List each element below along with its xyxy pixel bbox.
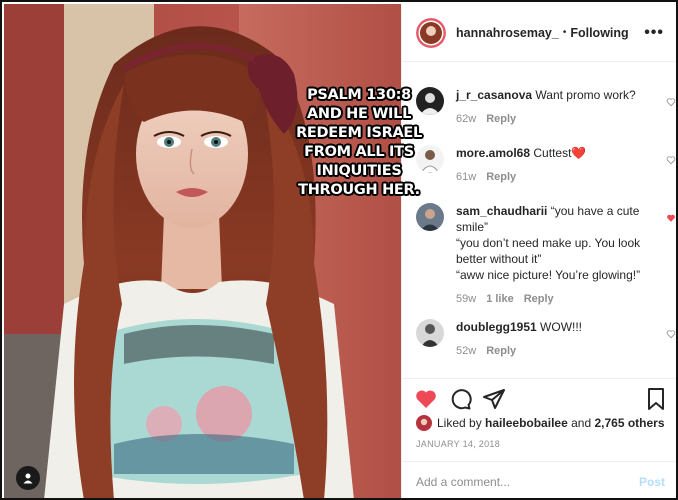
user-tag-icon[interactable] — [16, 466, 40, 490]
reply-button[interactable]: Reply — [486, 113, 516, 125]
likes-count[interactable]: 2,765 others — [594, 416, 664, 430]
heart-outline-icon[interactable] — [666, 329, 676, 339]
reply-button[interactable]: Reply — [486, 171, 516, 183]
author-username[interactable]: hannahrosemay_ — [456, 26, 559, 40]
commenter-avatar[interactable] — [416, 203, 444, 231]
reply-button[interactable]: Reply — [524, 293, 554, 305]
comment-text: WOW!!! — [540, 320, 583, 334]
reply-button[interactable]: Reply — [486, 345, 516, 357]
comment-age: 62w — [456, 113, 477, 125]
comment-bubble-icon[interactable] — [448, 387, 472, 411]
following-button[interactable]: Following — [570, 26, 628, 40]
comment-age: 61w — [456, 171, 477, 183]
portrait-image — [4, 4, 401, 498]
heart-outline-icon[interactable] — [666, 97, 676, 107]
comment-username[interactable]: more.amol68 — [456, 146, 530, 160]
comment-age: 52w — [456, 345, 477, 357]
add-comment-input[interactable]: Add a comment... — [416, 475, 510, 489]
comment-age: 59w — [456, 293, 477, 305]
likes-summary: Liked by haileebobailee and 2,765 others — [416, 415, 665, 431]
comment-username[interactable]: j_r_casanova — [456, 88, 532, 102]
heart-filled-icon[interactable] — [666, 213, 676, 223]
author-avatar[interactable] — [416, 17, 446, 48]
heart-filled-icon[interactable] — [414, 387, 438, 411]
post-photo[interactable] — [4, 4, 401, 498]
comment-item: j_r_casanova Want promo work? 62w Reply — [416, 87, 676, 125]
header-separator: • — [562, 27, 567, 38]
more-options-icon[interactable]: ••• — [644, 24, 664, 42]
comment-item: doublegg1951 WOW!!! 52w Reply — [416, 319, 676, 357]
add-comment-bar: Add a comment... Post — [402, 461, 676, 498]
post-header: hannahrosemay_ • Following ••• — [402, 4, 676, 62]
comment-username[interactable]: sam_chaudharii — [456, 204, 547, 218]
comment-item: sam_chaudharii “you have a cute smile” “… — [416, 203, 675, 305]
instagram-post-frame: PSALM 130:8 AND HE WILL REDEEM ISRAEL FR… — [0, 0, 678, 500]
post-actions: Liked by haileebobailee and 2,765 others… — [402, 378, 676, 498]
comment-item: more.amol68 Cuttest❤️ 61w Reply — [416, 145, 676, 183]
comment-username[interactable]: doublegg1951 — [456, 320, 537, 334]
post-date: JANUARY 14, 2018 — [416, 439, 501, 449]
bookmark-icon[interactable] — [644, 387, 668, 411]
heart-outline-icon[interactable] — [666, 155, 676, 165]
commenter-avatar[interactable] — [416, 319, 444, 347]
meme-caption-overlay: PSALM 130:8 AND HE WILL REDEEM ISRAEL FR… — [296, 87, 422, 198]
liker-username[interactable]: haileebobailee — [485, 416, 568, 430]
comment-text: Cuttest❤️ — [533, 146, 587, 160]
comments-list[interactable]: j_r_casanova Want promo work? 62w Reply m… — [402, 63, 676, 378]
post-side-panel: hannahrosemay_ • Following ••• j_r_casan… — [401, 4, 676, 498]
liker-avatar[interactable] — [416, 415, 432, 431]
comment-like-count[interactable]: 1 like — [486, 293, 514, 305]
paper-plane-icon[interactable] — [482, 387, 506, 411]
post-comment-button[interactable]: Post — [639, 475, 665, 489]
comment-text: Want promo work? — [535, 88, 636, 102]
